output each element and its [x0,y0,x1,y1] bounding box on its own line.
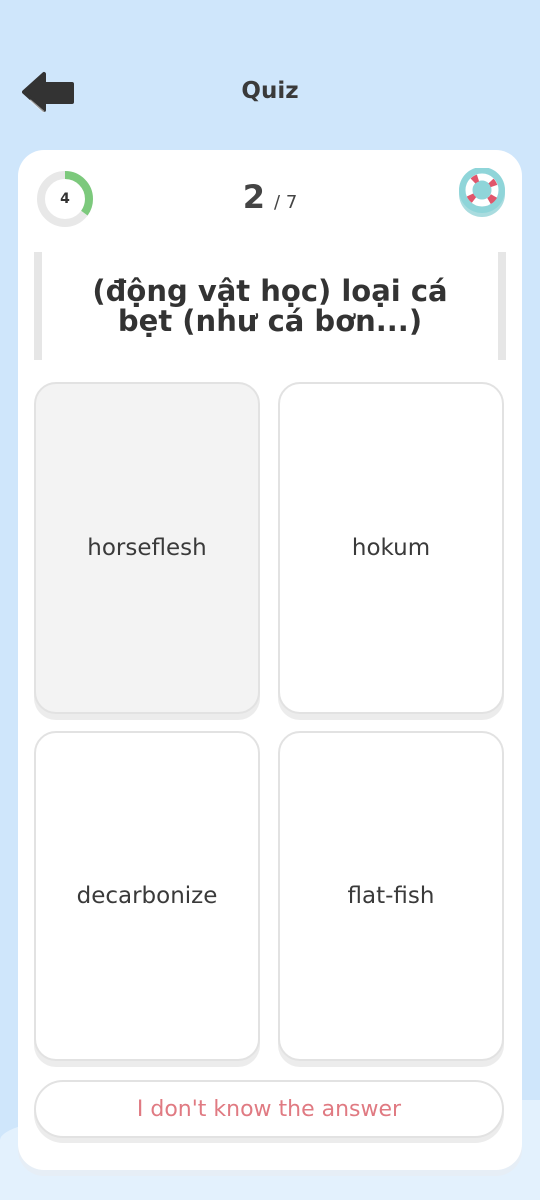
question-text: (động vật học) loại cá bẹt (như cá bơn..… [92,274,448,338]
answer-option-3[interactable]: decarbonize [34,731,260,1061]
lifebuoy-icon [459,167,505,217]
total-questions: / 7 [274,192,298,213]
answer-option-2[interactable]: hokum [278,382,504,714]
question-box: (động vật học) loại cá bẹt (như cá bơn..… [34,252,506,360]
dont-know-button[interactable]: I don't know the answer [34,1080,504,1138]
question-counter: 2 / 7 [18,178,522,216]
answer-option-1[interactable]: horseflesh [34,382,260,714]
answer-option-4[interactable]: flat-fish [278,731,504,1061]
current-question-number: 2 [242,178,265,216]
header: Quiz [0,60,540,130]
quiz-card: 4 2 / 7 (động vật học) loại cá bẹt (như … [18,150,522,1170]
page-title: Quiz [241,78,299,104]
help-button[interactable] [458,167,506,218]
